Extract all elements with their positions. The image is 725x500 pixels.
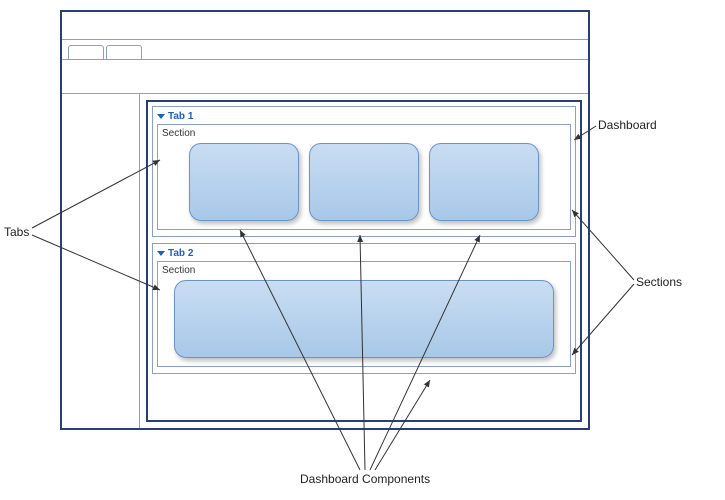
window-titlebar bbox=[62, 12, 588, 40]
tab-1-label: Tab 1 bbox=[168, 111, 193, 122]
annotation-dashboard: Dashboard bbox=[598, 118, 657, 132]
annotation-components: Dashboard Components bbox=[300, 472, 430, 486]
tab-1-header[interactable]: Tab 1 bbox=[157, 109, 571, 124]
dashboard-container: Tab 1 Section Tab 2 bbox=[146, 100, 582, 422]
dashboard-component[interactable] bbox=[189, 143, 299, 221]
dashboard-component[interactable] bbox=[429, 143, 539, 221]
sidebar bbox=[62, 94, 140, 428]
components-row bbox=[162, 280, 566, 358]
tab-2-label: Tab 2 bbox=[168, 248, 193, 259]
annotation-sections: Sections bbox=[636, 275, 682, 289]
main-content: Tab 1 Section Tab 2 bbox=[140, 94, 588, 428]
components-row bbox=[162, 143, 566, 221]
chevron-down-icon bbox=[157, 114, 165, 119]
chevron-down-icon bbox=[157, 251, 165, 256]
app-tab-1[interactable] bbox=[68, 45, 104, 59]
app-tab-2[interactable] bbox=[106, 45, 142, 59]
toolbar-area bbox=[62, 60, 588, 94]
section-label: Section bbox=[162, 127, 566, 143]
app-window: Tab 1 Section Tab 2 bbox=[60, 10, 590, 430]
app-tabstrip bbox=[62, 40, 588, 60]
tab-2-header[interactable]: Tab 2 bbox=[157, 246, 571, 261]
dashboard-tab-1: Tab 1 Section bbox=[152, 106, 576, 237]
tab-2-section: Section bbox=[157, 261, 571, 367]
dashboard-tab-2: Tab 2 Section bbox=[152, 243, 576, 374]
dashboard-component[interactable] bbox=[309, 143, 419, 221]
body-area: Tab 1 Section Tab 2 bbox=[62, 94, 588, 428]
dashboard-component[interactable] bbox=[174, 280, 554, 358]
section-label: Section bbox=[162, 264, 566, 280]
tab-1-section: Section bbox=[157, 124, 571, 230]
annotation-tabs: Tabs bbox=[4, 225, 29, 239]
